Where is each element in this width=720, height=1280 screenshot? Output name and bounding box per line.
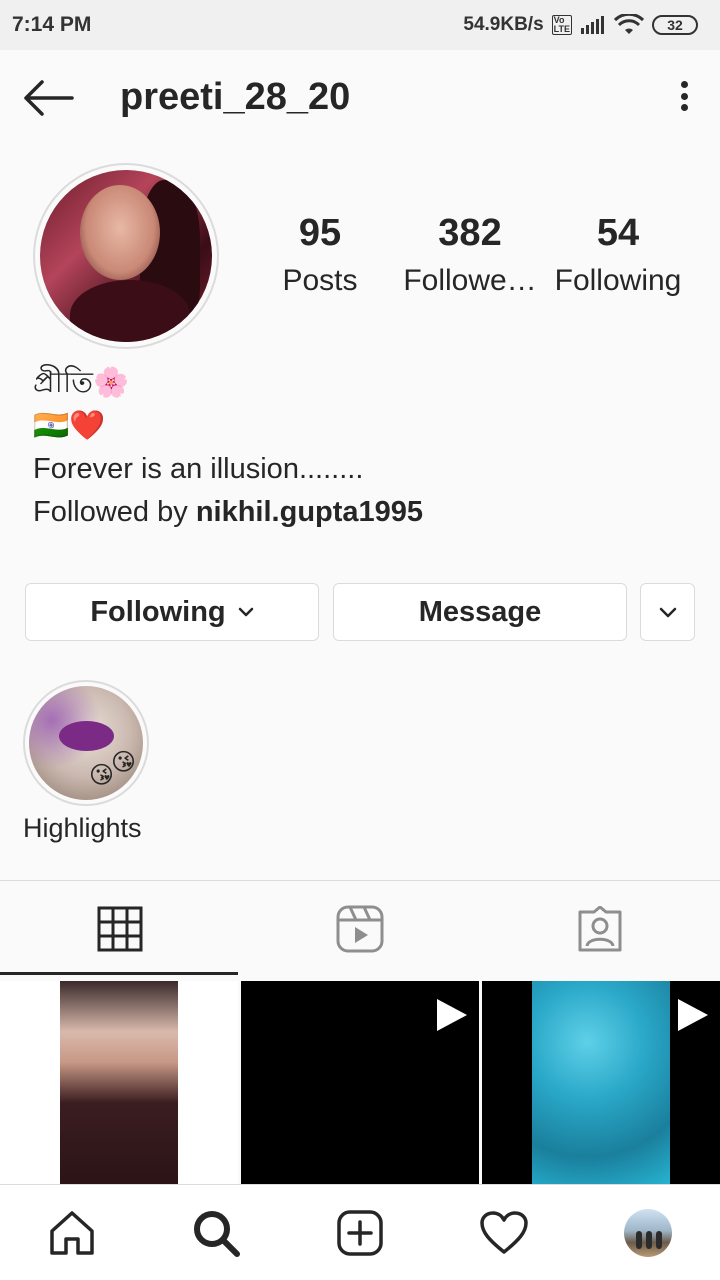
highlight-label: Highlights xyxy=(23,813,142,843)
tab-reels[interactable] xyxy=(240,881,480,977)
more-dot xyxy=(680,81,688,88)
post-thumbnail[interactable] xyxy=(241,981,479,1184)
following-stat[interactable]: 54 Following xyxy=(543,212,693,298)
followed-by[interactable]: Followed by nikhil.gupta1995 xyxy=(33,491,423,534)
posts-stat[interactable]: 95 Posts xyxy=(245,212,395,298)
following-button-label: Following xyxy=(90,595,226,628)
posts-count: 95 xyxy=(298,212,342,254)
search-icon xyxy=(194,1211,240,1257)
following-button[interactable]: Following xyxy=(25,583,319,641)
back-button[interactable] xyxy=(22,78,74,118)
status-time: 7:14 PM xyxy=(12,13,92,36)
post-thumbnail[interactable] xyxy=(0,981,238,1184)
video-play-icon xyxy=(437,999,467,1031)
message-button-label: Message xyxy=(418,595,542,628)
nav-home[interactable] xyxy=(46,1207,98,1259)
wifi-icon xyxy=(614,14,644,34)
video-play-icon xyxy=(678,999,708,1031)
followers-count: 382 xyxy=(438,212,502,254)
status-icons: 54.9KB/s Vo LTE 32 xyxy=(463,14,698,36)
post-thumbnail[interactable] xyxy=(482,981,720,1184)
bio-text: Forever is an illusion........ xyxy=(33,453,364,485)
bottom-navigation xyxy=(0,1184,720,1280)
home-icon xyxy=(50,1211,94,1255)
highlight-cover: 😘 😘 xyxy=(29,686,143,800)
suggested-accounts-button[interactable] xyxy=(640,583,695,641)
profile-header: preeti_28_20 xyxy=(0,50,720,150)
profile-bio: প্রীতি🌸 🇮🇳❤️ Forever is an illusion.....… xyxy=(33,362,423,534)
more-dot xyxy=(680,92,688,100)
tagged-icon xyxy=(578,906,622,952)
profile-username: preeti_28_20 xyxy=(120,76,351,118)
followed-by-prefix: Followed by xyxy=(33,496,196,528)
nav-profile[interactable] xyxy=(622,1207,674,1259)
chevron-down-icon xyxy=(659,607,676,617)
profile-avatar[interactable] xyxy=(33,163,219,349)
new-post-icon xyxy=(337,1210,383,1256)
avatar-image xyxy=(40,170,212,342)
chevron-down-icon xyxy=(238,607,253,617)
more-options-button[interactable] xyxy=(674,76,694,116)
nav-search[interactable] xyxy=(190,1207,242,1259)
following-count: 54 xyxy=(596,212,640,254)
back-arrow-icon xyxy=(24,80,74,116)
tab-posts-grid[interactable] xyxy=(0,881,240,977)
network-speed: 54.9KB/s xyxy=(463,14,544,35)
profile-avatar-icon xyxy=(624,1209,672,1257)
heart-icon xyxy=(480,1211,528,1254)
more-dot xyxy=(680,104,688,111)
active-tab-indicator xyxy=(0,972,238,975)
reels-icon xyxy=(336,905,384,953)
nav-activity[interactable] xyxy=(478,1207,530,1259)
signal-icon xyxy=(581,16,604,34)
following-label: Following xyxy=(554,264,682,297)
posts-label: Posts xyxy=(282,264,358,297)
followers-label: Followe… xyxy=(403,264,537,297)
message-button[interactable]: Message xyxy=(333,583,627,641)
battery-icon: 32 xyxy=(652,15,698,35)
followed-by-user[interactable]: nikhil.gupta1995 xyxy=(196,496,423,528)
bio-name: প্রীতি🌸 xyxy=(33,367,130,399)
followers-stat[interactable]: 382 Followe… xyxy=(395,212,545,298)
tab-tagged[interactable] xyxy=(480,881,720,977)
nav-new-post[interactable] xyxy=(334,1207,386,1259)
volte-icon: Vo LTE xyxy=(551,15,572,35)
grid-icon xyxy=(97,906,143,952)
bio-emojis: 🇮🇳❤️ xyxy=(33,410,106,442)
highlight-item[interactable]: 😘 😘 xyxy=(23,680,149,806)
status-bar: 7:14 PM 54.9KB/s Vo LTE 32 xyxy=(0,0,720,50)
